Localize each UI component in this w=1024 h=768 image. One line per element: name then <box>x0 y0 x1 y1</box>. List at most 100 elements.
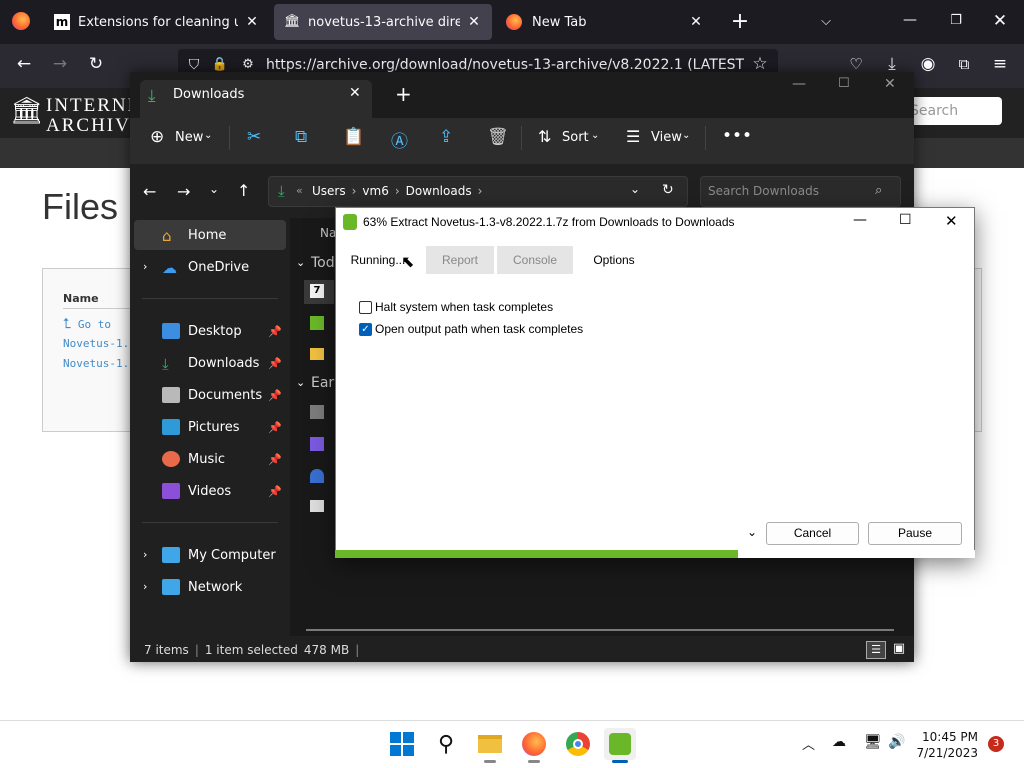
halt-system-checkbox[interactable] <box>359 301 372 314</box>
tab-list-button[interactable]: ⌵ <box>814 10 838 34</box>
archive-logo-icon[interactable]: 🏛 <box>10 96 43 126</box>
folder-icon[interactable] <box>310 348 324 360</box>
file-link[interactable]: Novetus-1. <box>63 357 129 370</box>
network-icon[interactable]: 🖥 <box>864 734 882 750</box>
browser-tab-newtab[interactable]: New Tab ✕ <box>496 4 714 40</box>
sidebar-item-music[interactable]: Music 📌 <box>140 444 288 474</box>
sidebar-item-downloads[interactable]: ⤓ Downloads 📌 <box>140 348 288 378</box>
close-window-button[interactable]: ✕ <box>884 76 896 92</box>
installer-icon[interactable] <box>310 469 324 483</box>
view-button[interactable]: View <box>651 130 682 145</box>
new-tab-button[interactable]: + <box>728 10 752 34</box>
sidebar-item-desktop[interactable]: Desktop 📌 <box>140 316 288 346</box>
chevron-down-icon[interactable]: ⌄ <box>682 130 690 141</box>
rename-icon[interactable]: Ⓐ <box>391 127 408 152</box>
file-icon[interactable] <box>310 405 324 419</box>
search-icon[interactable]: ⚲ <box>430 728 462 760</box>
horizontal-scrollbar[interactable] <box>306 629 894 631</box>
up-button[interactable]: ↑ <box>237 181 250 200</box>
file-explorer-taskbar-icon[interactable] <box>474 728 506 760</box>
reload-button[interactable]: ↻ <box>84 52 108 76</box>
tiles-view-icon[interactable]: ▣ <box>889 641 909 659</box>
extensions-icon[interactable]: ⧉ <box>952 52 976 76</box>
close-tab-icon[interactable]: ✕ <box>349 85 361 101</box>
browser-tab-extensions[interactable]: m Extensions for cleaning up a ch ✕ <box>44 4 270 40</box>
overflow-icon[interactable]: « <box>296 184 303 197</box>
file-icon[interactable] <box>310 500 324 512</box>
visual-studio-icon[interactable] <box>310 437 324 451</box>
view-icon[interactable]: ☰ <box>626 127 640 146</box>
close-tab-icon[interactable]: ✕ <box>466 14 482 30</box>
browser-tab-archive[interactable]: 🏛 novetus-13-archive directory listing ✕ <box>274 4 492 40</box>
new-tab-button[interactable]: + <box>395 82 412 106</box>
minimize-button[interactable]: — <box>898 8 922 32</box>
file-link[interactable]: Novetus-1. <box>63 337 129 350</box>
sort-button[interactable]: Sort <box>562 130 589 145</box>
volume-icon[interactable]: 🔊 <box>888 734 905 750</box>
group-header-today[interactable]: Tod <box>311 255 335 271</box>
start-button[interactable] <box>386 728 418 760</box>
restore-button[interactable]: ❐ <box>944 9 968 33</box>
close-tab-icon[interactable]: ✕ <box>688 14 704 30</box>
close-tab-icon[interactable]: ✕ <box>244 14 260 30</box>
chevron-down-icon[interactable]: ⌄ <box>591 130 599 141</box>
name-column-header[interactable]: Na <box>320 226 336 240</box>
sidebar-item-onedrive[interactable]: ☁ OneDrive <box>140 252 288 282</box>
breadcrumb-item[interactable]: Downloads <box>406 184 472 198</box>
sidebar-item-documents[interactable]: Documents 📌 <box>140 380 288 410</box>
sidebar-item-my-computer[interactable]: My Computer <box>140 540 288 570</box>
open-output-checkbox[interactable]: ✓ <box>359 323 372 336</box>
tab-report[interactable]: Report <box>426 246 494 274</box>
sidebar-item-network[interactable]: Network <box>140 572 288 602</box>
chevron-down-icon[interactable]: ⌄ <box>204 130 212 141</box>
maximize-button[interactable]: ☐ <box>838 76 850 91</box>
collapse-chevron-icon[interactable]: ⌄ <box>296 376 305 389</box>
collapse-chevron-icon[interactable]: ⌄ <box>296 256 305 269</box>
copy-icon[interactable]: ⧉ <box>295 127 307 147</box>
back-button[interactable]: ← <box>12 52 36 76</box>
show-hidden-icons[interactable]: ︿ <box>802 734 815 753</box>
account-icon[interactable]: ◉ <box>916 52 940 76</box>
cut-icon[interactable]: ✂ <box>247 127 261 147</box>
breadcrumb-item[interactable]: Users <box>312 184 346 198</box>
chevron-down-icon[interactable]: ⌄ <box>747 525 757 539</box>
minimize-button[interactable]: — <box>792 76 806 92</box>
new-button[interactable]: New <box>175 130 203 145</box>
breadcrumb-item[interactable]: vm6 <box>362 184 388 198</box>
firefox-taskbar-icon[interactable] <box>518 728 550 760</box>
paste-icon[interactable]: 📋 <box>343 127 364 147</box>
new-icon[interactable]: ⊕ <box>150 127 164 147</box>
clock[interactable]: 10:45 PM 7/21/2023 <box>916 729 978 761</box>
archive-search-input[interactable]: Search <box>900 97 1002 125</box>
delete-icon[interactable]: 🗑 <box>487 127 509 147</box>
peazip-taskbar-icon[interactable] <box>604 728 636 760</box>
notification-badge[interactable]: 3 <box>988 736 1004 752</box>
sidebar-item-home[interactable]: ⌂ Home <box>140 220 288 250</box>
minimize-button[interactable]: — <box>853 212 867 228</box>
cancel-button[interactable]: Cancel <box>766 522 859 545</box>
chevron-down-icon[interactable]: ⌄ <box>630 182 640 196</box>
recent-locations-icon[interactable]: ⌄ <box>209 182 219 196</box>
firefox-icon[interactable] <box>12 12 30 30</box>
parent-dir-link[interactable]: ⮤ Go to <box>63 316 111 332</box>
close-dialog-button[interactable]: ✕ <box>945 212 958 230</box>
share-icon[interactable]: ⇪ <box>439 127 453 147</box>
sidebar-item-videos[interactable]: Videos 📌 <box>140 476 288 506</box>
search-icon[interactable]: ⌕ <box>875 183 882 198</box>
chrome-taskbar-icon[interactable] <box>562 728 594 760</box>
tab-console[interactable]: Console <box>497 246 573 274</box>
refresh-icon[interactable]: ↻ <box>662 182 674 198</box>
url-text[interactable]: https://archive.org/download/novetus-13-… <box>266 57 744 73</box>
close-window-button[interactable]: ✕ <box>988 9 1012 33</box>
pause-button[interactable]: Pause <box>868 522 962 545</box>
name-column-header[interactable]: Name <box>63 292 133 309</box>
app-file-icon[interactable] <box>310 316 324 330</box>
forward-button[interactable]: → <box>177 182 190 201</box>
sidebar-item-pictures[interactable]: Pictures 📌 <box>140 412 288 442</box>
menu-icon[interactable]: ≡ <box>988 52 1012 76</box>
forward-button[interactable]: → <box>48 52 72 76</box>
details-view-icon[interactable]: ☰ <box>866 641 886 659</box>
more-options-icon[interactable]: ••• <box>722 126 752 146</box>
onedrive-icon[interactable]: ☁ <box>832 734 846 750</box>
maximize-button[interactable]: ☐ <box>899 212 912 228</box>
